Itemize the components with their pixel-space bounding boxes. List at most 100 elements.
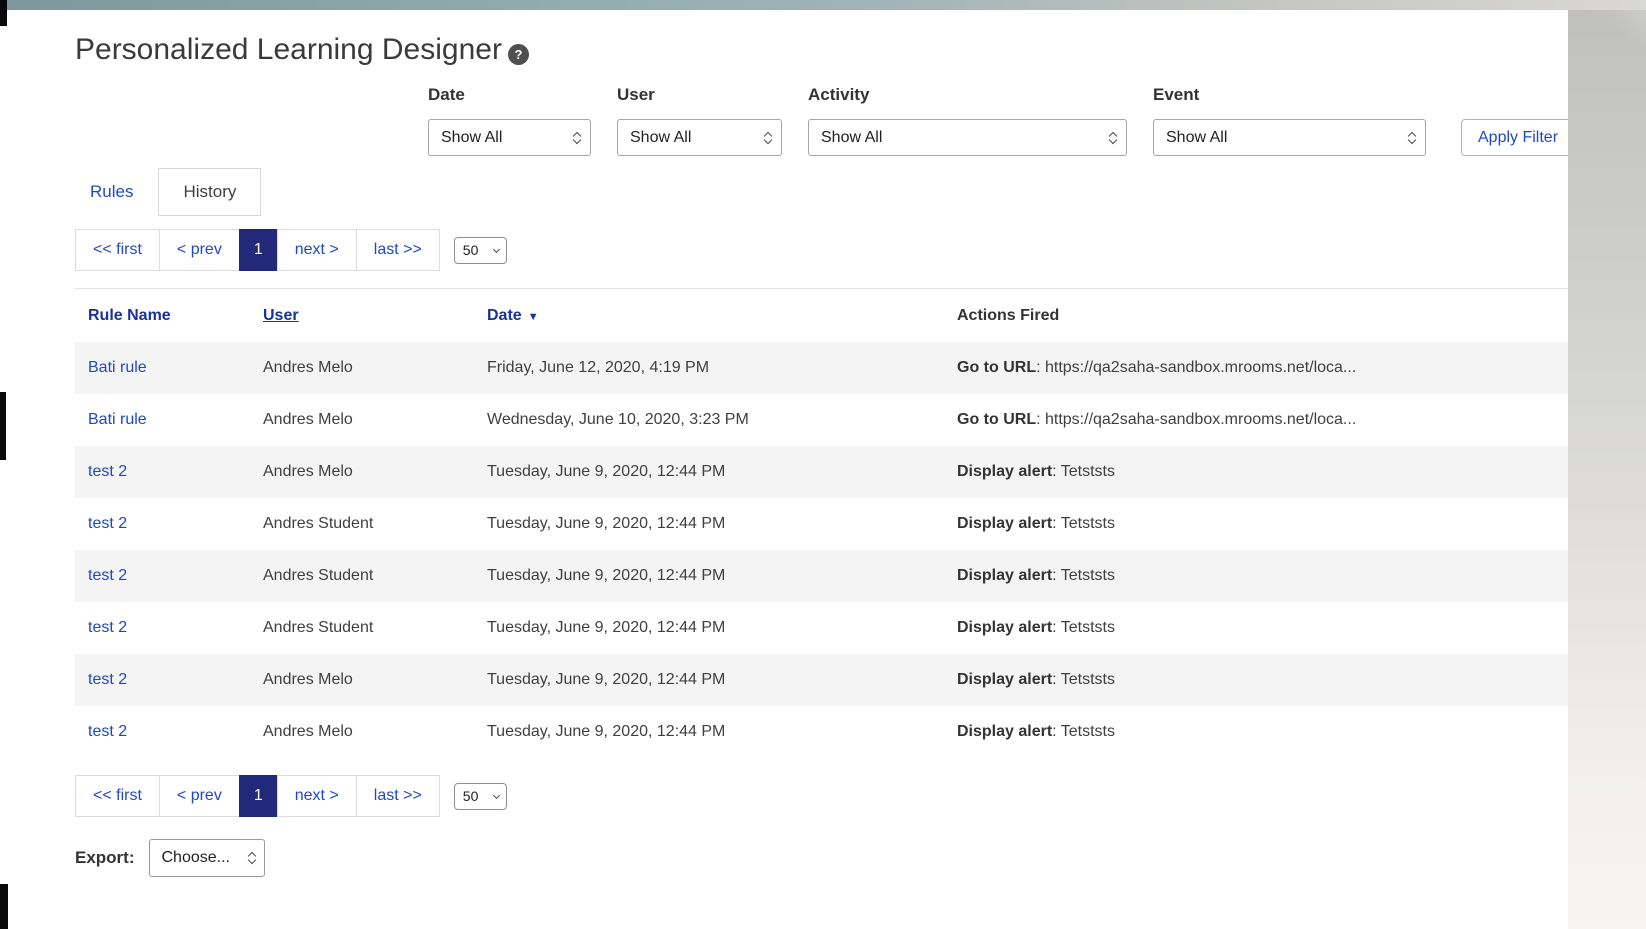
action-type-label: Display alert: [957, 515, 1052, 532]
export-format-select[interactable]: Choose...: [149, 839, 265, 877]
user-filter-value: Show All: [630, 129, 691, 147]
row-user-cell: Andres Melo: [263, 463, 487, 481]
activity-filter-value: Show All: [821, 129, 882, 147]
page-title: Personalized Learning Designer: [75, 33, 502, 67]
row-rule-cell: test 2: [75, 463, 263, 481]
page-size-value: 50: [463, 788, 479, 804]
event-filter-value: Show All: [1166, 129, 1227, 147]
background-fragment: [0, 392, 6, 460]
tab-rules[interactable]: Rules: [75, 169, 158, 215]
row-rule-cell: test 2: [75, 671, 263, 689]
help-icon[interactable]: ?: [508, 44, 529, 65]
apply-filter-button[interactable]: Apply Filter: [1461, 119, 1575, 156]
rule-name-link[interactable]: test 2: [88, 723, 127, 740]
pagination-current-page: 1: [239, 775, 278, 817]
row-date-cell: Wednesday, June 10, 2020, 3:23 PM: [487, 411, 957, 429]
row-date-cell: Tuesday, June 9, 2020, 12:44 PM: [487, 515, 957, 533]
table-row: test 2 Andres Student Tuesday, June 9, 2…: [75, 498, 1568, 550]
pagination-first-link[interactable]: << first: [75, 775, 160, 817]
sort-by-user-link[interactable]: User: [263, 307, 299, 325]
row-actions-cell: Display alert: Tetststs: [957, 463, 1568, 481]
action-type-label: Display alert: [957, 567, 1052, 584]
row-actions-cell: Display alert: Tetststs: [957, 619, 1568, 637]
activity-filter-select[interactable]: Show All: [808, 119, 1127, 156]
row-user-cell: Andres Melo: [263, 671, 487, 689]
row-actions-cell: Go to URL: https://qa2saha-sandbox.mroom…: [957, 359, 1568, 377]
pagination-first-link[interactable]: << first: [75, 229, 160, 271]
rule-name-link[interactable]: Bati rule: [88, 359, 147, 376]
row-rule-cell: test 2: [75, 567, 263, 585]
export-select-value: Choose...: [162, 849, 230, 867]
row-actions-cell: Display alert: Tetststs: [957, 671, 1568, 689]
action-detail-text: : Tetststs: [1052, 619, 1115, 636]
page: Personalized Learning Designer ? Date Sh…: [0, 0, 1646, 929]
action-detail-text: : Tetststs: [1052, 515, 1115, 532]
row-date-cell: Tuesday, June 9, 2020, 12:44 PM: [487, 619, 957, 637]
event-filter: Event Show All: [1153, 85, 1426, 156]
filter-bar: Date Show All User Show All Activity Sho…: [428, 85, 1568, 156]
date-filter: Date Show All: [428, 85, 591, 156]
rule-name-link[interactable]: test 2: [88, 619, 127, 636]
select-arrows-icon: [1409, 133, 1415, 143]
event-filter-label: Event: [1153, 85, 1426, 105]
table-header-row: Rule Name User Date ▼ Actions Fired: [75, 289, 1568, 342]
rule-name-link[interactable]: Bati rule: [88, 411, 147, 428]
row-user-cell: Andres Melo: [263, 723, 487, 741]
row-rule-cell: test 2: [75, 515, 263, 533]
page-size-select[interactable]: 50: [454, 237, 507, 264]
export-label: Export:: [75, 848, 135, 868]
action-type-label: Display alert: [957, 619, 1052, 636]
row-date-cell: Tuesday, June 9, 2020, 12:44 PM: [487, 567, 957, 585]
user-filter-select[interactable]: Show All: [617, 119, 782, 156]
action-type-label: Display alert: [957, 671, 1052, 688]
user-header-cell: User: [263, 307, 487, 325]
row-rule-cell: Bati rule: [75, 359, 263, 377]
pagination-last-link[interactable]: last >>: [356, 229, 440, 271]
event-filter-select[interactable]: Show All: [1153, 119, 1426, 156]
pagination-next-link[interactable]: next >: [277, 775, 357, 817]
pagination-pages: << first < prev 1 next > last >>: [75, 229, 440, 271]
tab-history[interactable]: History: [158, 168, 261, 216]
pagination-next-link[interactable]: next >: [277, 229, 357, 271]
user-filter: User Show All: [617, 85, 782, 156]
action-detail-text: : Tetststs: [1052, 463, 1115, 480]
background-fragment: [0, 0, 7, 26]
title-row: Personalized Learning Designer ?: [75, 33, 1568, 67]
action-detail-text: : Tetststs: [1052, 671, 1115, 688]
table-row: Bati rule Andres Melo Wednesday, June 10…: [75, 394, 1568, 446]
chevron-down-icon: [493, 246, 500, 253]
page-size-select[interactable]: 50: [454, 783, 507, 810]
pagination-bottom: << first < prev 1 next > last >> 50: [75, 775, 1568, 817]
pagination-prev-link[interactable]: < prev: [159, 229, 240, 271]
table-row: test 2 Andres Student Tuesday, June 9, 2…: [75, 550, 1568, 602]
action-type-label: Display alert: [957, 463, 1052, 480]
export-row: Export: Choose...: [75, 839, 1568, 897]
user-filter-label: User: [617, 85, 782, 105]
pagination-last-link[interactable]: last >>: [356, 775, 440, 817]
rule-name-link[interactable]: test 2: [88, 567, 127, 584]
page-size-value: 50: [463, 242, 479, 258]
row-user-cell: Andres Student: [263, 567, 487, 585]
rule-name-link[interactable]: test 2: [88, 515, 127, 532]
row-user-cell: Andres Melo: [263, 359, 487, 377]
date-header-cell: Date ▼: [487, 307, 957, 325]
history-table-body: Bati rule Andres Melo Friday, June 12, 2…: [75, 342, 1568, 758]
date-filter-select[interactable]: Show All: [428, 119, 591, 156]
rule-name-link[interactable]: test 2: [88, 463, 127, 480]
sort-by-date-link[interactable]: Date: [487, 307, 522, 325]
tabs: Rules History: [75, 168, 1568, 216]
action-detail-text: : https://qa2saha-sandbox.mrooms.net/loc…: [1036, 359, 1356, 376]
action-detail-text: : Tetststs: [1052, 723, 1115, 740]
row-date-cell: Tuesday, June 9, 2020, 12:44 PM: [487, 671, 957, 689]
table-row: Bati rule Andres Melo Friday, June 12, 2…: [75, 342, 1568, 394]
date-filter-label: Date: [428, 85, 591, 105]
sort-by-rule-name-link[interactable]: Rule Name: [88, 307, 171, 325]
pagination-prev-link[interactable]: < prev: [159, 775, 240, 817]
table-row: test 2 Andres Melo Tuesday, June 9, 2020…: [75, 446, 1568, 498]
action-type-label: Go to URL: [957, 411, 1036, 428]
select-arrows-icon: [1110, 133, 1116, 143]
row-actions-cell: Display alert: Tetststs: [957, 723, 1568, 741]
pagination-top: << first < prev 1 next > last >> 50: [75, 229, 1568, 271]
rule-name-link[interactable]: test 2: [88, 671, 127, 688]
table-row: test 2 Andres Student Tuesday, June 9, 2…: [75, 602, 1568, 654]
